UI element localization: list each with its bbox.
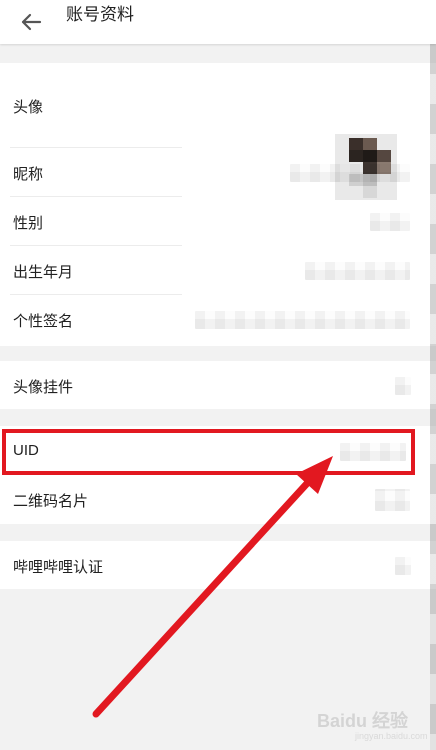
row-qr-card[interactable]: 二维码名片 <box>0 475 436 524</box>
birthday-value-blurred <box>305 262 410 280</box>
nickname-label: 昵称 <box>13 166 44 183</box>
bilibili-verify-label: 哔哩哔哩认证 <box>13 559 104 576</box>
row-avatar[interactable]: 头像 <box>0 63 436 200</box>
gender-value-blurred <box>370 213 410 231</box>
row-bilibili-verify[interactable]: 哔哩哔哩认证 <box>0 541 436 589</box>
uid-highlight-box <box>2 429 415 475</box>
gender-label: 性别 <box>13 215 44 232</box>
profile-basic-group: 头像 昵称 性别 出生年月 个性签名 <box>0 63 436 346</box>
avatar-pendant-label: 头像挂件 <box>13 379 74 396</box>
signature-label: 个性签名 <box>13 313 74 330</box>
row-gender[interactable]: 性别 <box>0 197 436 246</box>
edge-blur-strip <box>430 44 436 750</box>
verify-value-blurred <box>395 557 411 575</box>
avatar-label: 头像 <box>13 99 44 116</box>
page-title: 账号资料 <box>66 5 134 24</box>
row-signature[interactable]: 个性签名 <box>0 295 436 346</box>
pendant-group: 头像挂件 <box>0 361 436 409</box>
watermark-logo: Baidu 经验 <box>317 711 409 731</box>
qr-card-value-blurred <box>375 489 410 511</box>
signature-value-blurred <box>195 311 410 329</box>
back-button[interactable] <box>16 8 46 36</box>
verify-group: 哔哩哔哩认证 <box>0 541 436 589</box>
qr-card-label: 二维码名片 <box>13 493 89 510</box>
row-nickname[interactable]: 昵称 <box>0 148 436 197</box>
pendant-value-blurred <box>395 377 411 395</box>
arrow-left-icon <box>21 13 42 31</box>
top-bar: 账号资料 <box>0 0 436 44</box>
row-avatar-pendant[interactable]: 头像挂件 <box>0 361 436 409</box>
nickname-value-blurred <box>290 164 410 182</box>
watermark-sub: jingyan.baidu.com <box>355 731 428 741</box>
birthday-label: 出生年月 <box>13 264 74 281</box>
watermark: Baidu 经验 jingyan.baidu.com <box>315 705 431 745</box>
row-birthday[interactable]: 出生年月 <box>0 246 436 295</box>
